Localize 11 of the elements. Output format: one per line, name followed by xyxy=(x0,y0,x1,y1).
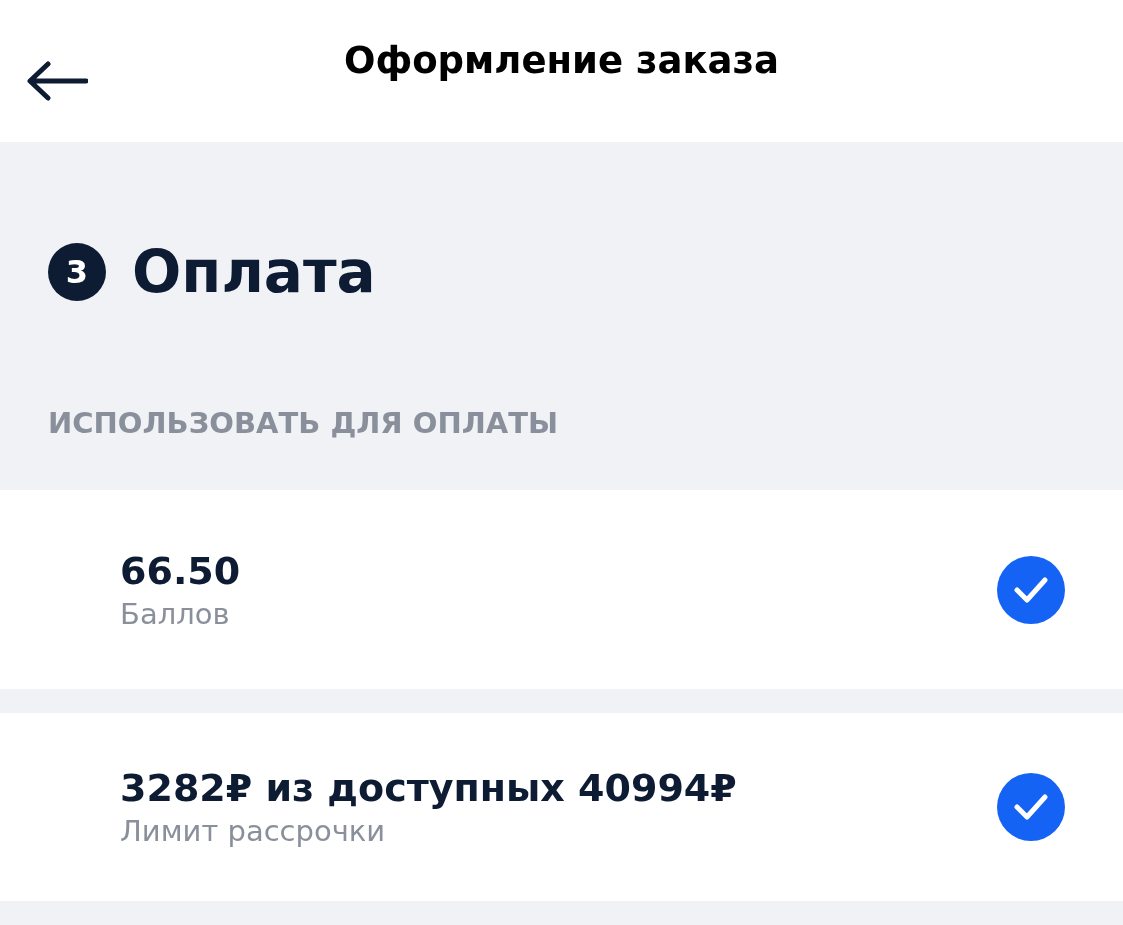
back-arrow-icon xyxy=(26,61,88,101)
section-label: ИСПОЛЬЗОВАТЬ ДЛЯ ОПЛАТЫ xyxy=(48,405,560,440)
page-title: Оформление заказа xyxy=(344,39,779,83)
option-caption: Лимит рассрочки xyxy=(120,814,387,849)
checkmark-icon xyxy=(1014,576,1048,603)
option-value: 3282₽ из доступных 40994₽ xyxy=(120,766,737,811)
step-title: Оплата xyxy=(132,237,376,306)
step-number: 3 xyxy=(48,242,106,301)
option-value: 66.50 xyxy=(120,548,241,593)
option-caption: Баллов xyxy=(120,596,231,631)
checkmark-icon xyxy=(1014,794,1048,821)
